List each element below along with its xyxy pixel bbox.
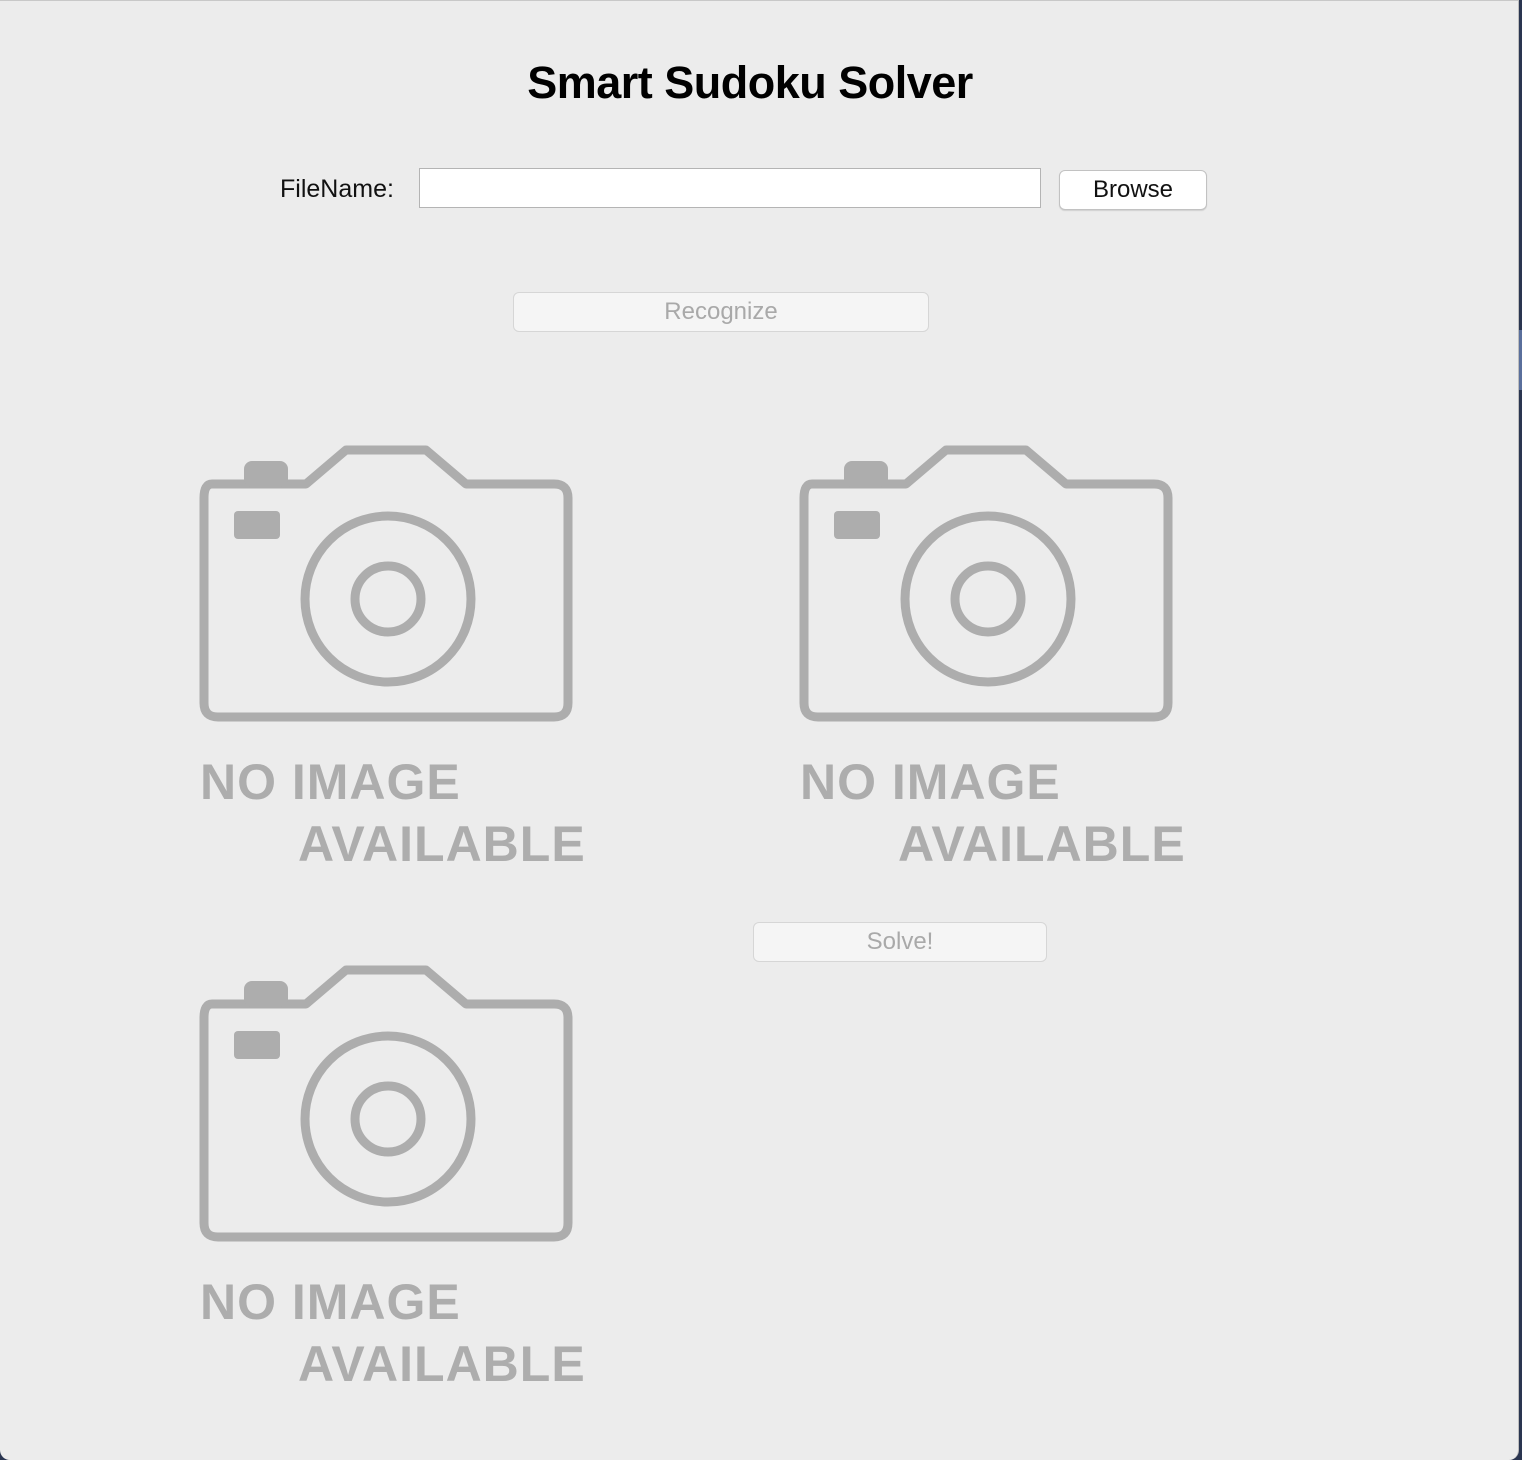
recognize-button[interactable]: Recognize xyxy=(513,292,929,332)
available-text: AVAILABLE xyxy=(298,1336,586,1392)
app-window: Smart Sudoku Solver FileName: Browse Rec… xyxy=(0,0,1519,1460)
available-text: AVAILABLE xyxy=(298,816,586,872)
filename-label: FileName: xyxy=(280,175,394,203)
browse-button[interactable]: Browse xyxy=(1059,170,1207,210)
solution-image-placeholder: NO IMAGE AVAILABLE xyxy=(196,961,596,1401)
camera-icon xyxy=(199,965,573,1242)
no-image-text: NO IMAGE xyxy=(200,754,461,810)
original-image-placeholder: NO IMAGE AVAILABLE xyxy=(196,441,596,881)
page-title: Smart Sudoku Solver xyxy=(527,57,973,108)
no-image-text: NO IMAGE xyxy=(800,754,1061,810)
camera-icon xyxy=(199,445,573,722)
no-image-text: NO IMAGE xyxy=(200,1274,461,1330)
camera-icon xyxy=(799,445,1173,722)
available-text: AVAILABLE xyxy=(898,816,1186,872)
solve-button[interactable]: Solve! xyxy=(753,922,1047,962)
filename-input[interactable] xyxy=(419,168,1041,208)
recognized-image-placeholder: NO IMAGE AVAILABLE xyxy=(796,441,1196,881)
